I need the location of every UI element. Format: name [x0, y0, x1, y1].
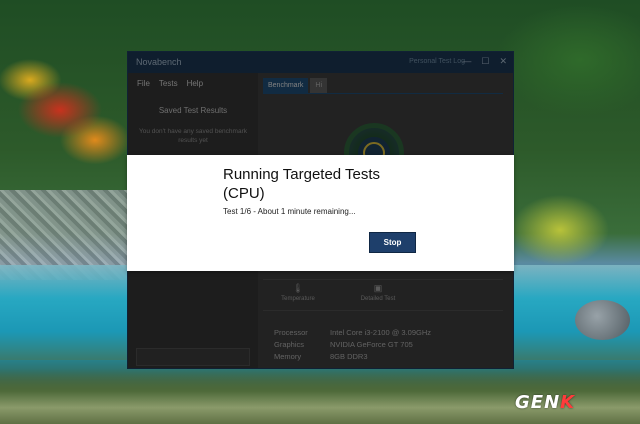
dialog-heading-line1: Running Targeted Tests — [223, 166, 381, 183]
running-tests-dialog: Running Targeted Tests (CPU) Test 1/6 - … — [127, 155, 514, 271]
watermark-main: GEN — [515, 392, 561, 413]
stop-button[interactable]: Stop — [369, 232, 416, 253]
dialog-heading: Running Targeted Tests (CPU) — [223, 165, 380, 203]
dialog-heading-line2: (CPU) — [223, 185, 265, 202]
watermark-accent: K — [560, 392, 576, 413]
genk-watermark-logo: GENK — [515, 392, 575, 413]
dialog-status: Test 1/6 - About 1 minute remaining... — [223, 207, 356, 216]
wallpaper-rock — [575, 300, 630, 340]
